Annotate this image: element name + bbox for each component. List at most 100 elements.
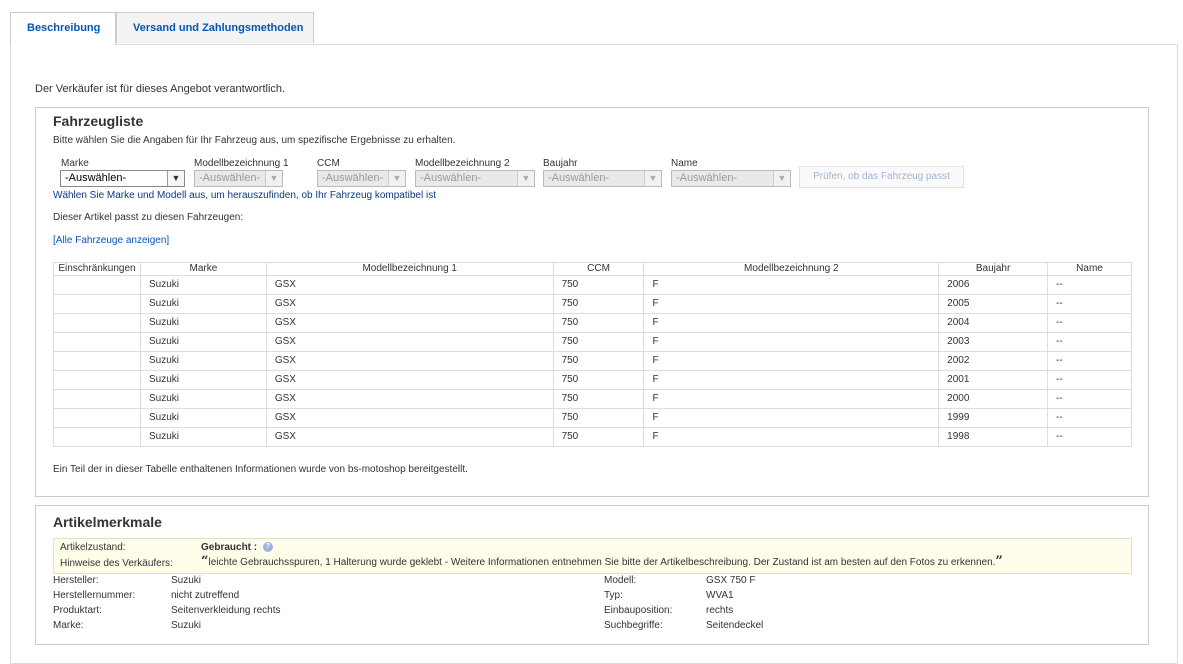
data-source-note: Ein Teil der in dieser Tabelle enthalten…	[53, 464, 468, 475]
column-header: Marke	[139, 262, 267, 276]
name-cell: --	[1047, 275, 1132, 295]
vehicle-list-intro: Bitte wählen Sie die Angaben für Ihr Fah…	[53, 135, 456, 146]
model1-cell: GSX	[265, 332, 554, 352]
tab-shipping-payment[interactable]: Versand und Zahlungsmethoden	[116, 12, 314, 43]
condition-value-text: Gebraucht :	[201, 542, 258, 553]
ccm-cell: 750	[552, 408, 645, 428]
model2-cell: F	[643, 313, 940, 333]
restrictions-cell	[53, 389, 141, 409]
year-select[interactable]: -Auswählen- ▼	[543, 170, 662, 187]
make-cell: Suzuki	[139, 332, 267, 352]
condition-box: Artikelzustand: Gebraucht : ? Hinweise d…	[53, 538, 1132, 574]
spec-label-product-type: Produktart:	[53, 605, 102, 616]
model2-cell: F	[643, 275, 940, 295]
year-select-value: -Auswählen-	[548, 172, 610, 184]
column-header: Einschränkungen	[53, 262, 141, 276]
ccm-select-value: -Auswählen-	[322, 172, 384, 184]
spec-value-brand: Suzuki	[171, 620, 202, 631]
compatibility-hint: Wählen Sie Marke und Modell aus, um hera…	[53, 190, 436, 201]
ccm-cell: 750	[552, 275, 645, 295]
model2-select-value: -Auswählen-	[420, 172, 482, 184]
restrictions-cell	[53, 313, 141, 333]
model1-cell: GSX	[265, 389, 554, 409]
restrictions-cell	[53, 427, 141, 447]
chevron-down-icon: ▼	[388, 171, 405, 186]
column-header: CCM	[552, 262, 645, 276]
model2-select[interactable]: -Auswählen- ▼	[415, 170, 535, 187]
help-icon[interactable]: ?	[262, 542, 273, 553]
table-row: Suzuki GSX 750 F 2000 --	[53, 389, 1132, 409]
spec-label-manufacturer: Hersteller:	[53, 575, 99, 586]
make-cell: Suzuki	[139, 427, 267, 447]
year-cell: 2006	[938, 275, 1049, 295]
spec-value-model: GSX 750 F	[706, 575, 756, 586]
seller-notes-text: leichte Gebrauchsspuren, 1 Halterung wur…	[208, 557, 996, 568]
table-row: Suzuki GSX 750 F 2006 --	[53, 275, 1132, 295]
selector-label-ccm: CCM	[317, 158, 340, 169]
spec-value-search-terms: Seitendeckel	[706, 620, 764, 631]
year-cell: 2002	[938, 351, 1049, 371]
spec-value-type: WVA1	[706, 590, 734, 601]
model1-cell: GSX	[265, 294, 554, 314]
year-cell: 1999	[938, 408, 1049, 428]
ccm-cell: 750	[552, 389, 645, 409]
chevron-down-icon: ▼	[517, 171, 534, 186]
make-select-value: -Auswählen-	[65, 172, 127, 184]
restrictions-cell	[53, 275, 141, 295]
model2-cell: F	[643, 351, 940, 371]
ccm-cell: 750	[552, 370, 645, 390]
check-vehicle-button[interactable]: Prüfen, ob das Fahrzeug passt	[799, 166, 964, 188]
ccm-cell: 750	[552, 332, 645, 352]
selector-label-make: Marke	[61, 158, 89, 169]
model1-cell: GSX	[265, 427, 554, 447]
model1-cell: GSX	[265, 351, 554, 371]
restrictions-cell	[53, 408, 141, 428]
ccm-select[interactable]: -Auswählen- ▼	[317, 170, 406, 187]
condition-label: Artikelzustand:	[60, 542, 126, 553]
make-cell: Suzuki	[139, 351, 267, 371]
ccm-cell: 750	[552, 351, 645, 371]
make-cell: Suzuki	[139, 275, 267, 295]
spec-label-mounting-position: Einbauposition:	[604, 605, 673, 616]
seller-responsibility-text: Der Verkäufer ist für dieses Angebot ver…	[35, 83, 286, 95]
make-select[interactable]: -Auswählen- ▼	[60, 170, 185, 187]
model1-cell: GSX	[265, 275, 554, 295]
tab-description[interactable]: Beschreibung	[10, 12, 116, 45]
model2-cell: F	[643, 332, 940, 352]
year-cell: 1998	[938, 427, 1049, 447]
column-header: Modellbezeichnung 1	[265, 262, 554, 276]
ccm-cell: 750	[552, 294, 645, 314]
show-all-vehicles-link[interactable]: [Alle Fahrzeuge anzeigen]	[53, 235, 169, 246]
model2-cell: F	[643, 427, 940, 447]
spec-value-part-number: nicht zutreffend	[171, 590, 240, 601]
restrictions-cell	[53, 351, 141, 371]
close-quote-icon: ”	[995, 554, 1003, 569]
column-header: Name	[1047, 262, 1132, 276]
name-cell: --	[1047, 389, 1132, 409]
chevron-down-icon: ▼	[644, 171, 661, 186]
table-row: Suzuki GSX 750 F 1998 --	[53, 427, 1132, 447]
seller-notes-label: Hinweise des Verkäufers:	[60, 558, 173, 569]
vehicle-table-body: Suzuki GSX 750 F 2006 -- Suzuki GSX 750 F 2005 -- Su…	[53, 275, 1132, 447]
make-cell: Suzuki	[139, 370, 267, 390]
ccm-cell: 750	[552, 313, 645, 333]
selector-label-model1: Modellbezeichnung 1	[194, 158, 289, 169]
model1-cell: GSX	[265, 370, 554, 390]
model1-cell: GSX	[265, 313, 554, 333]
model2-cell: F	[643, 408, 940, 428]
model1-select[interactable]: -Auswählen- ▼	[194, 170, 283, 187]
chevron-down-icon: ▼	[773, 171, 790, 186]
name-cell: --	[1047, 427, 1132, 447]
item-specifics-title: Artikelmerkmale	[53, 514, 162, 530]
spec-label-search-terms: Suchbegriffe:	[604, 620, 663, 631]
year-cell: 2005	[938, 294, 1049, 314]
model1-select-value: -Auswählen-	[199, 172, 261, 184]
fits-vehicles-text: Dieser Artikel passt zu diesen Fahrzeuge…	[53, 212, 244, 223]
table-row: Suzuki GSX 750 F 2002 --	[53, 351, 1132, 371]
name-cell: --	[1047, 332, 1132, 352]
name-cell: --	[1047, 313, 1132, 333]
restrictions-cell	[53, 332, 141, 352]
name-select[interactable]: -Auswählen- ▼	[671, 170, 791, 187]
spec-label-model: Modell:	[604, 575, 637, 586]
model2-cell: F	[643, 389, 940, 409]
